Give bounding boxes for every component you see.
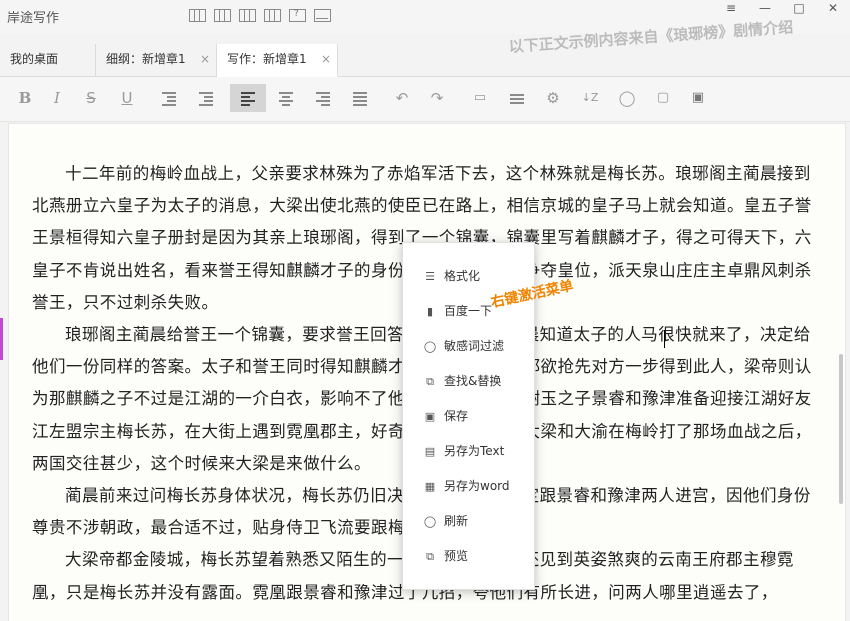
menu-item-label: 另存为word bbox=[444, 479, 510, 493]
text-file-icon: ▤ bbox=[424, 445, 436, 458]
tab-outline[interactable]: 细纲：新增章1 × bbox=[96, 44, 217, 76]
menu-item-refresh[interactable]: ◯ 刷新 bbox=[403, 504, 534, 539]
bookmark-icon: ▮ bbox=[426, 305, 434, 318]
layout-4-icon[interactable] bbox=[264, 9, 281, 22]
menu-item-label: 查找&替换 bbox=[444, 374, 502, 388]
align-right-icon[interactable] bbox=[305, 84, 341, 112]
circle-icon: ◯ bbox=[423, 340, 437, 353]
tab-desktop[interactable]: 我的桌面 bbox=[0, 44, 96, 76]
menu-button[interactable]: ≡ bbox=[714, 0, 748, 18]
menu-item-save-word[interactable]: ▦ 另存为word bbox=[403, 469, 534, 504]
tab-label: 我的桌面 bbox=[10, 52, 59, 66]
app-title: 岸途写作 bbox=[7, 11, 60, 26]
tab-close-icon[interactable]: × bbox=[200, 44, 210, 74]
menu-item-find-replace[interactable]: ⧉ 查找&替换 bbox=[403, 364, 534, 399]
menu-item-label: 百度一下 bbox=[444, 304, 493, 318]
settings-icon[interactable]: ⚙ bbox=[535, 84, 571, 112]
layout-switcher bbox=[189, 9, 331, 22]
close-button[interactable]: ✕ bbox=[816, 0, 850, 18]
menu-item-label: 刷新 bbox=[444, 514, 469, 528]
tab-bar: 我的桌面 细纲：新增章1 × 写作：新增章1 × bbox=[0, 44, 850, 77]
menu-item-label: 格式化 bbox=[444, 269, 481, 283]
menu-item-preview[interactable]: ⧉ 预览 bbox=[403, 539, 534, 574]
align-justify-icon[interactable] bbox=[342, 84, 378, 112]
outdent-icon[interactable] bbox=[151, 84, 187, 112]
tab-writing[interactable]: 写作：新增章1 × bbox=[217, 44, 338, 77]
help-icon[interactable] bbox=[289, 9, 306, 22]
layout-1-icon[interactable] bbox=[189, 9, 206, 22]
monitor-icon[interactable] bbox=[314, 9, 331, 22]
layout-3-icon[interactable] bbox=[239, 9, 256, 22]
line-marker bbox=[0, 318, 3, 360]
strike-button[interactable]: S bbox=[73, 84, 109, 112]
sort-icon[interactable]: ↓Z bbox=[572, 84, 608, 112]
tab-close-icon[interactable]: × bbox=[321, 44, 331, 74]
save-icon[interactable]: ▢ bbox=[645, 84, 681, 112]
editor-toolbar: B I S U ↶ ↷ ▭ ⚙ ↓Z ◯ ▢ ▣ bbox=[0, 77, 850, 122]
tab-label: 写作：新增章1 bbox=[227, 52, 307, 66]
redo-icon[interactable]: ↷ bbox=[419, 84, 455, 112]
copy-icon: ⧉ bbox=[426, 375, 434, 388]
preview-icon: ⧉ bbox=[426, 550, 434, 563]
menu-item-save-text[interactable]: ▤ 另存为Text bbox=[403, 434, 534, 469]
scrollbar-thumb[interactable] bbox=[839, 354, 843, 504]
card-icon[interactable]: ▭ bbox=[462, 84, 498, 112]
menu-item-save[interactable]: ▣ 保存 bbox=[403, 399, 534, 434]
word-file-icon: ▦ bbox=[424, 480, 436, 493]
tab-label: 细纲：新增章1 bbox=[106, 52, 186, 66]
refresh-icon[interactable]: ◯ bbox=[609, 84, 645, 112]
menu-item-label: 敏感词过滤 bbox=[444, 339, 505, 353]
align-center-icon[interactable] bbox=[268, 84, 304, 112]
underline-button[interactable]: U bbox=[109, 84, 145, 112]
layout-2-icon[interactable] bbox=[214, 9, 231, 22]
text-cursor bbox=[664, 330, 665, 348]
menu-item-label: 另存为Text bbox=[444, 444, 505, 458]
minimize-button[interactable]: — bbox=[748, 0, 782, 18]
undo-icon[interactable]: ↶ bbox=[384, 84, 420, 112]
menu-item-filter[interactable]: ◯ 敏感词过滤 bbox=[403, 329, 534, 364]
refresh-icon: ◯ bbox=[423, 515, 437, 528]
italic-button[interactable]: I bbox=[39, 84, 75, 112]
list-icon[interactable] bbox=[499, 84, 535, 112]
window-controls: ≡ — □ ✕ bbox=[714, 0, 850, 18]
indent-icon[interactable] bbox=[188, 84, 224, 112]
save-as-icon[interactable]: ▣ bbox=[680, 84, 716, 112]
menu-item-label: 保存 bbox=[444, 409, 469, 423]
maximize-button[interactable]: □ bbox=[782, 0, 816, 18]
align-left-icon[interactable] bbox=[230, 84, 266, 112]
save-icon: ▣ bbox=[424, 410, 436, 423]
menu-item-label: 预览 bbox=[444, 549, 469, 563]
bold-button[interactable]: B bbox=[7, 84, 43, 112]
format-icon: ☰ bbox=[425, 270, 435, 283]
